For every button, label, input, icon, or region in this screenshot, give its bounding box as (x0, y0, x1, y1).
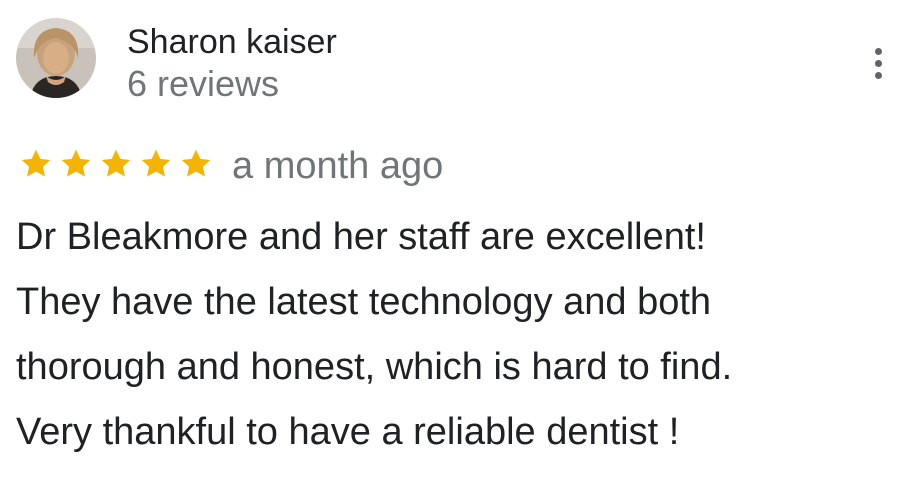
avatar[interactable] (16, 18, 96, 98)
review-line: They have the latest technology and both (16, 281, 712, 323)
more-vert-icon-dot (875, 48, 882, 55)
reviewer-name[interactable]: Sharon kaiser (127, 22, 337, 62)
review-age: a month ago (232, 145, 444, 187)
review-text: Dr Bleakmore and her staff are excellent… (16, 205, 896, 465)
review-line: thorough and honest, which is hard to fi… (16, 346, 733, 388)
review-line: Very thankful to have a reliable dentist… (16, 411, 680, 453)
star-icon (138, 146, 174, 182)
user-avatar-photo (16, 18, 96, 98)
star-rating (18, 146, 214, 182)
star-icon (178, 146, 214, 182)
star-icon (58, 146, 94, 182)
star-icon (18, 146, 54, 182)
review-count[interactable]: 6 reviews (127, 63, 279, 105)
more-vert-icon-dot (875, 72, 882, 79)
more-options-button[interactable] (864, 44, 894, 84)
star-icon (98, 146, 134, 182)
more-vert-icon-dot (875, 60, 882, 67)
review-line: Dr Bleakmore and her staff are excellent… (16, 216, 706, 258)
